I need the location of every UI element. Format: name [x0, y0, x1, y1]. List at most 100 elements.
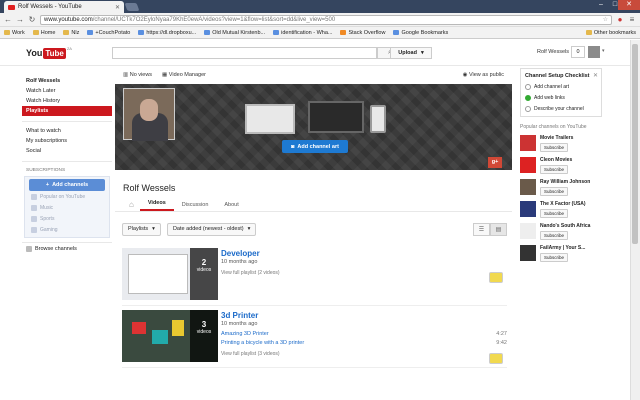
- playlist-item: 3 videos 3d Printer 10 months ago Amazing…: [122, 310, 507, 368]
- channel-name[interactable]: Cleon Movies: [540, 157, 572, 163]
- account-name[interactable]: Rolf Wessels: [537, 49, 569, 55]
- page-icon: [273, 30, 280, 35]
- bookmark-google[interactable]: Google Bookmarks: [393, 30, 448, 36]
- scrollbar-thumb[interactable]: [632, 44, 638, 244]
- bookmark-identification[interactable]: identification - Wha...: [273, 30, 332, 36]
- sub-item-popular[interactable]: Popular on YouTube: [25, 191, 109, 202]
- channel-thumbnail[interactable]: [520, 245, 536, 261]
- channel-name[interactable]: The X Factor (USA): [540, 201, 586, 207]
- sub-item-music[interactable]: Music: [25, 202, 109, 213]
- chevron-down-icon[interactable]: ▾: [602, 48, 605, 54]
- playlists-dropdown[interactable]: Playlists ▾: [122, 222, 161, 236]
- sidebar-item-watch-history[interactable]: Watch History: [22, 96, 112, 106]
- sidebar-item-playlists[interactable]: Playlists: [22, 106, 112, 116]
- view-toggle: ☰ ▤: [473, 222, 507, 236]
- channel-thumbnail[interactable]: [520, 223, 536, 239]
- upload-button[interactable]: Upload ▾: [390, 47, 432, 59]
- channel-thumbnail[interactable]: [520, 201, 536, 217]
- subscribe-button[interactable]: Subscribe: [540, 165, 569, 174]
- tab-close-icon[interactable]: ✕: [115, 4, 120, 11]
- notifications-button[interactable]: 0: [571, 46, 585, 58]
- circle-icon: [525, 106, 531, 112]
- browse-channels-link[interactable]: Browse channels: [22, 242, 112, 254]
- playlist-item: 2 videos Developer 10 months ago View ful…: [122, 248, 507, 306]
- playlist-thumbnail[interactable]: 3 videos: [122, 310, 218, 362]
- bookmark-star-icon[interactable]: ☆: [603, 16, 608, 23]
- add-channel-art-button[interactable]: ◙ Add channel art: [282, 140, 348, 153]
- bookmark-home[interactable]: Home: [32, 30, 55, 36]
- window-close-button[interactable]: ✕: [618, 0, 640, 10]
- sidebar-item-social[interactable]: Social: [22, 146, 112, 156]
- list-view-button[interactable]: ☰: [473, 222, 490, 236]
- playlist-video-row[interactable]: Amazing 3D Printer 4:27: [221, 331, 507, 337]
- menu-icon[interactable]: ≡: [628, 15, 636, 24]
- channel-name[interactable]: Movie Trailers: [540, 135, 573, 141]
- search-input[interactable]: [112, 47, 377, 59]
- address-bar[interactable]: www.youtube.com/channel/UCTk7O2EyloNyaa7…: [40, 14, 612, 25]
- grid-icon: ▤: [495, 226, 502, 233]
- minimize-button[interactable]: –: [594, 0, 608, 10]
- subscribe-button[interactable]: Subscribe: [540, 231, 569, 240]
- sidebar-item-watch-later[interactable]: Watch Later: [22, 86, 112, 96]
- checklist-title: Channel Setup Checklist: [525, 73, 590, 79]
- url-host: www.youtube.com: [44, 16, 93, 23]
- browser-tab[interactable]: Rolf Wessels - YouTube ✕: [4, 1, 124, 13]
- check-icon: [525, 95, 531, 101]
- playlist-settings-icon[interactable]: [489, 272, 503, 283]
- channel-thumbnail[interactable]: [520, 157, 536, 173]
- sidebar-item-my-subscriptions[interactable]: My subscriptions: [22, 136, 112, 146]
- subscribe-button[interactable]: Subscribe: [540, 143, 569, 152]
- add-channels-button[interactable]: + Add channels: [29, 179, 105, 191]
- avatar[interactable]: [588, 46, 600, 58]
- tab-videos[interactable]: Videos: [139, 200, 174, 211]
- sidebar-item-what-to-watch[interactable]: What to watch: [22, 126, 112, 136]
- sub-item-gaming[interactable]: Gaming: [25, 224, 109, 235]
- bookmark-dropbox[interactable]: https://dl.dropboxu...: [138, 30, 196, 36]
- view-full-playlist-link[interactable]: View full playlist (3 videos): [221, 351, 280, 357]
- close-icon[interactable]: ✕: [593, 72, 598, 79]
- subscribe-button[interactable]: Subscribe: [540, 209, 569, 218]
- checklist-item[interactable]: Add web links: [525, 95, 597, 101]
- forward-icon[interactable]: →: [16, 15, 24, 24]
- playlist-thumbnail[interactable]: 2 videos: [122, 248, 218, 300]
- popular-channel: Ray William Johnson Subscribe: [520, 179, 602, 196]
- view-as-public-link[interactable]: ◉ View as public: [463, 72, 504, 78]
- checklist-item[interactable]: Describe your channel: [525, 106, 597, 112]
- view-full-playlist-link[interactable]: View full playlist (2 videos): [221, 270, 280, 276]
- bookmark-old-mutual[interactable]: Old Mutual Kirstenb...: [204, 30, 265, 36]
- channel-avatar[interactable]: [123, 88, 175, 141]
- subscribe-button[interactable]: Subscribe: [540, 187, 569, 196]
- grid-view-button[interactable]: ▤: [490, 222, 507, 236]
- subscribe-button[interactable]: Subscribe: [540, 253, 569, 262]
- channel-name[interactable]: Ray William Johnson: [540, 179, 590, 185]
- channel-thumbnail[interactable]: [520, 179, 536, 195]
- reload-icon[interactable]: ↻: [28, 15, 36, 24]
- bookmark-stack-overflow[interactable]: Stack Overflow: [340, 30, 385, 36]
- circle-icon: [525, 84, 531, 90]
- tab-discussion[interactable]: Discussion: [174, 202, 217, 211]
- bookmark-couchpotato[interactable]: +CouchPotato: [87, 30, 130, 36]
- sidebar-item-channel[interactable]: Rolf Wessels: [22, 76, 112, 86]
- other-bookmarks[interactable]: Other bookmarks: [585, 30, 636, 36]
- playlist-settings-icon[interactable]: [489, 353, 503, 364]
- channel-name[interactable]: FailArmy | Your S...: [540, 245, 585, 251]
- checklist-item[interactable]: Add channel art: [525, 84, 597, 90]
- back-icon[interactable]: ←: [4, 15, 12, 24]
- sub-item-sports[interactable]: Sports: [25, 213, 109, 224]
- sort-dropdown[interactable]: Date added (newest - oldest) ▾: [166, 222, 257, 236]
- video-manager-link[interactable]: ▦ Video Manager: [162, 72, 206, 78]
- google-plus-icon[interactable]: g+: [488, 157, 502, 168]
- url-path: /channel/UCTk7O2EyloNyaa79KhE0ewA/videos…: [92, 16, 336, 23]
- playlist-title[interactable]: Developer: [221, 249, 260, 258]
- extension-icon[interactable]: ●: [616, 15, 624, 24]
- playlist-video-row[interactable]: Printing a bicycle with a 3D printer 9:42: [221, 340, 507, 346]
- channel-name[interactable]: Nando's South Africa: [540, 223, 590, 229]
- home-icon[interactable]: ⌂: [123, 200, 140, 211]
- youtube-logo[interactable]: You Tube ZA: [26, 46, 72, 60]
- bookmark-work[interactable]: Work: [4, 30, 25, 36]
- playlist-title[interactable]: 3d Printer: [221, 311, 258, 320]
- channel-thumbnail[interactable]: [520, 135, 536, 151]
- new-tab-button[interactable]: [124, 3, 140, 11]
- tab-about[interactable]: About: [216, 202, 246, 211]
- bookmark-nlz[interactable]: Nlz: [63, 30, 79, 36]
